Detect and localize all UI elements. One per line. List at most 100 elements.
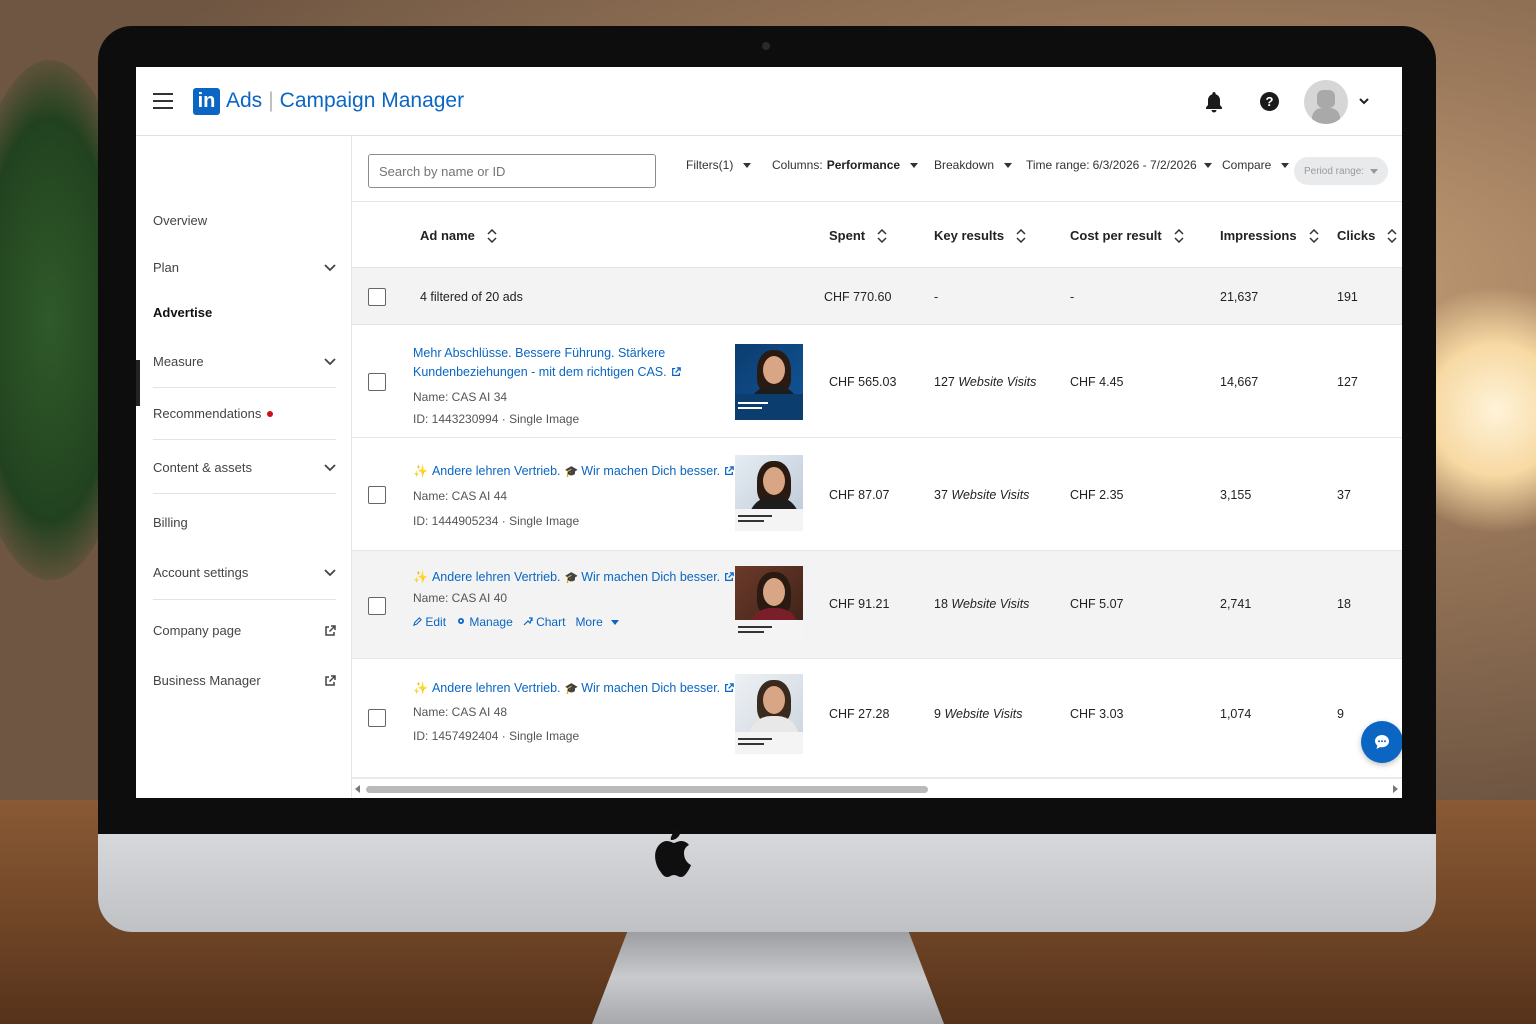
key-results-cell: 127 Website Visits [934, 375, 1036, 389]
row-checkbox[interactable] [368, 486, 386, 504]
ad-title-link[interactable]: ✨ Andere lehren Vertrieb. 🎓 Wir machen Dich… [413, 679, 734, 699]
row-checkbox[interactable] [368, 597, 386, 615]
sidebar-item-billing[interactable]: Billing [153, 515, 336, 530]
ad-title-part: Wir machen Dich besser. [581, 464, 721, 478]
horizontal-scrollbar[interactable] [352, 778, 1402, 798]
ad-thumbnail[interactable] [735, 674, 803, 754]
monitor-stand [592, 932, 944, 1024]
help-icon[interactable]: ? [1260, 92, 1279, 111]
scroll-left-arrow[interactable] [355, 785, 360, 793]
ad-title-link[interactable]: ✨ Andere lehren Vertrieb. 🎓 Wir machen Dich… [413, 462, 734, 482]
chart-action[interactable]: Chart [523, 615, 565, 629]
columns-dropdown[interactable]: Columns: Performance [772, 158, 919, 172]
spent-cell: CHF 87.07 [829, 488, 890, 502]
linkedin-logo[interactable]: in [193, 88, 220, 115]
table-header: Ad name Spent Key results Cost per resul… [352, 202, 1402, 268]
thumbnail-face [763, 578, 785, 606]
chat-button[interactable] [1361, 721, 1402, 763]
external-link-icon [325, 674, 336, 686]
table-row[interactable]: ✨ Andere lehren Vertrieb. 🎓 Wir machen Dich… [352, 438, 1402, 551]
ad-name: Name: CAS AI 44 [413, 489, 508, 503]
sort-icon [487, 228, 497, 243]
compare-dropdown[interactable]: Compare [1222, 158, 1290, 172]
sidebar-item-label: Plan [153, 260, 180, 275]
ad-title-part: Andere lehren Vertrieb. [431, 464, 561, 478]
sidebar-item-business-manager[interactable]: Business Manager [153, 673, 336, 688]
search-input[interactable] [368, 154, 656, 188]
key-results-number: 37 [934, 488, 948, 502]
sparkle-icon: ✨ [413, 464, 428, 478]
period-range-dropdown[interactable]: Period range: [1294, 157, 1388, 185]
ad-title-link[interactable]: Mehr Abschlüsse. Bessere Führung. Stärke… [413, 344, 681, 382]
menu-icon[interactable] [153, 93, 173, 109]
column-label: Impressions [1220, 228, 1297, 243]
thumbnail-text-line [738, 631, 764, 633]
column-ad-name[interactable]: Ad name [420, 228, 497, 243]
ad-id: ID: 1457492404 · Single Image [413, 729, 580, 743]
edit-label: Edit [425, 615, 447, 629]
scroll-right-arrow[interactable] [1393, 785, 1398, 793]
sidebar-item-label: Billing [153, 515, 188, 530]
toolbar: Filters(1) Columns:Performance Breakdown… [352, 136, 1402, 202]
time-range-dropdown[interactable]: Time range: 6/3/2026 - 7/2/2026 [1026, 158, 1212, 172]
pencil-icon [413, 617, 422, 626]
row-checkbox[interactable] [368, 373, 386, 391]
more-action[interactable]: More [575, 615, 619, 629]
column-spent[interactable]: Spent [829, 228, 887, 243]
brand-ads: Ads [226, 89, 263, 112]
bell-icon[interactable] [1204, 91, 1224, 113]
sidebar-item-advertise[interactable]: Advertise [153, 305, 336, 320]
table-row[interactable]: ✨ Andere lehren Vertrieb. 🎓 Wir machen Dich… [352, 659, 1402, 778]
external-link-icon [671, 367, 681, 376]
columns-label: Columns: [772, 158, 823, 172]
chevron-down-icon[interactable] [1358, 95, 1370, 107]
brand-title[interactable]: Ads | Campaign Manager [226, 89, 464, 113]
filters-dropdown[interactable]: Filters(1) [686, 158, 752, 172]
thumbnail-face [763, 467, 785, 495]
sidebar-item-measure[interactable]: Measure [153, 354, 336, 369]
avatar[interactable] [1304, 80, 1348, 124]
breakdown-label: Breakdown [934, 158, 995, 172]
ad-thumbnail[interactable] [735, 344, 803, 420]
table-row[interactable]: Mehr Abschlüsse. Bessere Führung. Stärke… [352, 325, 1402, 438]
ad-title-part: Andere lehren Vertrieb. [431, 681, 561, 695]
column-key-results[interactable]: Key results [934, 228, 1026, 243]
ad-name: Name: CAS AI 48 [413, 705, 508, 719]
caret-icon [1004, 162, 1013, 168]
sidebar-item-company-page[interactable]: Company page [153, 623, 336, 638]
divider [153, 599, 336, 600]
sidebar-item-content-assets[interactable]: Content & assets [153, 460, 336, 475]
manage-action[interactable]: Manage [456, 615, 513, 629]
ad-title-line: Kundenbeziehungen - mit dem richtigen CA… [413, 365, 667, 379]
monitor-chin [98, 834, 1436, 932]
breakdown-dropdown[interactable]: Breakdown [934, 158, 1013, 172]
more-label: More [575, 615, 603, 629]
sidebar-item-plan[interactable]: Plan [153, 260, 336, 275]
spent-cell: CHF 27.28 [829, 707, 890, 721]
row-checkbox[interactable] [368, 709, 386, 727]
select-all-checkbox[interactable] [368, 288, 386, 306]
table-row[interactable]: ✨ Andere lehren Vertrieb. 🎓 Wir machen Dich… [352, 551, 1402, 659]
sidebar-item-account-settings[interactable]: Account settings [153, 565, 336, 580]
row-actions: Edit Manage Chart More [413, 615, 619, 629]
brand-separator: | [268, 89, 274, 112]
sidebar-item-label: Measure [153, 354, 204, 369]
column-impressions[interactable]: Impressions [1220, 228, 1319, 243]
sort-icon [1016, 228, 1026, 243]
ad-thumbnail[interactable] [735, 566, 803, 642]
cost-per-result-cell: CHF 5.07 [1070, 597, 1124, 611]
column-cost-per-result[interactable]: Cost per result [1070, 228, 1184, 243]
key-results-unit: Website Visits [951, 488, 1030, 502]
column-label: Ad name [420, 228, 475, 243]
key-results-unit: Website Visits [944, 707, 1023, 721]
sort-icon [1174, 228, 1184, 243]
key-results-cell: 9 Website Visits [934, 707, 1022, 721]
sidebar-item-recommendations[interactable]: Recommendations [153, 406, 336, 421]
column-clicks[interactable]: Clicks [1337, 228, 1397, 243]
manage-label: Manage [469, 615, 513, 629]
edit-action[interactable]: Edit [413, 615, 446, 629]
ad-title-link[interactable]: ✨ Andere lehren Vertrieb. 🎓 Wir machen Dich… [413, 568, 734, 588]
scrollbar-thumb[interactable] [366, 786, 928, 793]
sidebar-item-overview[interactable]: Overview [153, 213, 336, 228]
ad-thumbnail[interactable] [735, 455, 803, 531]
